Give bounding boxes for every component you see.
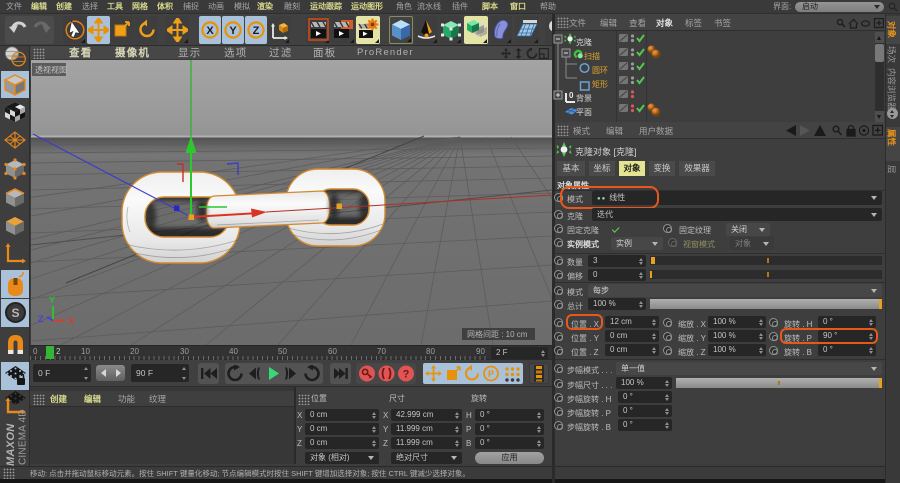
svg-text:0: 0 — [569, 91, 574, 100]
svg-text:MAXON: MAXON — [5, 423, 17, 466]
svg-text:属性: 属性 — [887, 129, 897, 147]
svg-text:X: X — [68, 316, 74, 326]
svg-text:?: ? — [403, 369, 410, 381]
svg-text:对象: 对象 — [887, 21, 897, 39]
svg-text:网格间距 : 10 cm: 网格间距 : 10 cm — [467, 329, 528, 339]
svg-text:CINEMA 4D: CINEMA 4D — [18, 409, 29, 465]
svg-text:场次: 场次 — [887, 46, 897, 64]
svg-text:透视视图: 透视视图 — [35, 65, 67, 75]
svg-text:Z: Z — [38, 314, 44, 324]
svg-text:Z: Z — [253, 25, 260, 37]
svg-text:S: S — [11, 306, 19, 320]
svg-text:P: P — [488, 369, 494, 379]
svg-text:X: X — [206, 25, 214, 37]
svg-text:Y: Y — [49, 295, 55, 305]
svg-text:Y: Y — [229, 25, 237, 37]
svg-text:层: 层 — [887, 165, 897, 174]
svg-text:内容浏览器: 内容浏览器 — [887, 68, 897, 111]
